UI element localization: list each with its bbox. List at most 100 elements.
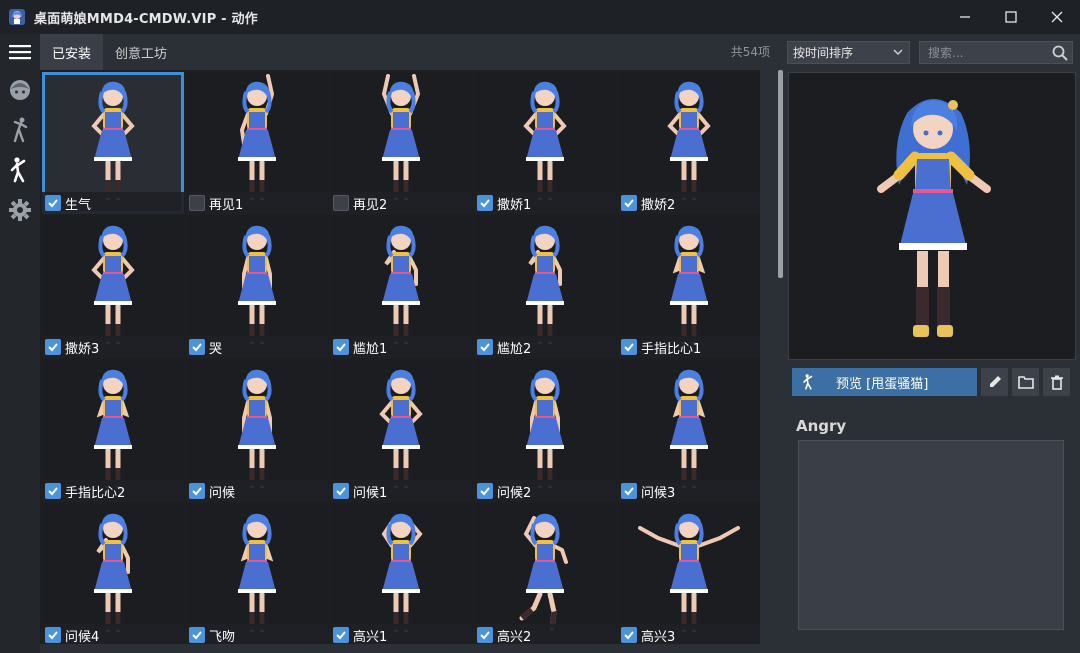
action-checkbox[interactable] [189, 483, 205, 499]
checkmark-icon [336, 631, 346, 640]
action-card[interactable]: 尴尬2 [474, 216, 616, 358]
action-card[interactable]: 哭 [186, 216, 328, 358]
character-preview [788, 72, 1076, 360]
action-checkbox[interactable] [45, 339, 61, 355]
close-button[interactable] [1034, 0, 1080, 34]
checkmark-icon [624, 199, 634, 208]
left-nav-rail [0, 34, 40, 653]
action-card-footer: 撒娇3 [42, 336, 184, 358]
action-card[interactable]: 再见2 [330, 72, 472, 214]
folder-button[interactable] [1012, 368, 1039, 396]
action-icon [803, 374, 813, 390]
search-placeholder: 搜索... [928, 46, 964, 60]
action-checkbox[interactable] [621, 195, 637, 211]
action-checkbox[interactable] [189, 627, 205, 643]
checkmark-icon [480, 487, 490, 496]
action-checkbox[interactable] [189, 195, 205, 211]
window-title: 桌面萌娘MMD4-CMDW.VIP - 动作 [34, 11, 258, 27]
action-label: 问候4 [65, 629, 100, 645]
action-checkbox[interactable] [477, 627, 493, 643]
grid-scrollbar[interactable] [762, 70, 784, 644]
action-checkbox[interactable] [333, 195, 349, 211]
action-label: 尴尬2 [497, 341, 532, 357]
action-card[interactable]: 再见1 [186, 72, 328, 214]
action-card[interactable]: 撒娇1 [474, 72, 616, 214]
checkmark-icon [48, 487, 58, 496]
action-card[interactable]: 问候 [186, 360, 328, 502]
right-panel: 预览 [甩蛋骚猫] Angry [785, 70, 1080, 653]
action-card[interactable]: 问候2 [474, 360, 616, 502]
action-checkbox[interactable] [477, 195, 493, 211]
action-card[interactable]: 高兴2 [474, 504, 616, 646]
edit-icon [989, 376, 1001, 387]
trash-icon [1050, 375, 1063, 390]
action-checkbox[interactable] [333, 339, 349, 355]
action-checkbox[interactable] [189, 339, 205, 355]
action-label: 撒娇1 [497, 197, 532, 213]
nav-face[interactable] [0, 70, 40, 110]
action-card-footer: 再见2 [330, 192, 472, 214]
action-card-footer: 手指比心2 [42, 480, 184, 502]
edit-button[interactable] [981, 368, 1008, 396]
action-card[interactable]: 手指比心1 [618, 216, 760, 358]
action-card[interactable]: 生气 [42, 72, 184, 214]
action-checkbox[interactable] [477, 483, 493, 499]
action-label: 问候 [209, 485, 236, 501]
action-checkbox[interactable] [621, 627, 637, 643]
preview-button[interactable]: 预览 [甩蛋骚猫] [792, 368, 977, 396]
tab-workshop[interactable]: 创意工坊 [103, 34, 179, 70]
minimize-button[interactable] [942, 0, 988, 34]
nav-pose[interactable] [0, 110, 40, 150]
action-card-footer: 高兴1 [330, 624, 472, 646]
tab-bar: 已安装 创意工坊 共54项 [40, 34, 785, 70]
action-label: 问候1 [353, 485, 388, 501]
action-card[interactable]: 问候3 [618, 360, 760, 502]
checkmark-icon [48, 199, 58, 208]
action-card[interactable]: 尴尬1 [330, 216, 472, 358]
action-card-footer: 高兴3 [618, 624, 760, 646]
action-checkbox[interactable] [333, 483, 349, 499]
action-label: 尴尬1 [353, 341, 388, 357]
action-card-footer: 哭 [186, 336, 328, 358]
action-checkbox[interactable] [621, 339, 637, 355]
nav-settings[interactable] [0, 190, 40, 230]
action-checkbox[interactable] [45, 627, 61, 643]
action-label: 手指比心2 [65, 485, 126, 501]
checkmark-icon [192, 343, 202, 352]
action-checkbox[interactable] [477, 339, 493, 355]
action-card-footer: 撒娇2 [618, 192, 760, 214]
action-card[interactable]: 高兴1 [330, 504, 472, 646]
close-icon [1051, 11, 1063, 23]
sort-dropdown[interactable]: 按时间排序 [787, 41, 910, 64]
action-label: 飞吻 [209, 629, 236, 645]
action-checkbox[interactable] [333, 627, 349, 643]
preview-button-label: 预览 [甩蛋骚猫] [836, 376, 929, 392]
action-grid: 生气 再见1 再见2 撒娇1 撒娇2 撒娇3 哭 尴尬1 尴尬2 手指比心1 手… [40, 70, 760, 646]
action-checkbox[interactable] [621, 483, 637, 499]
description-textarea[interactable] [798, 440, 1064, 630]
action-card[interactable]: 撒娇2 [618, 72, 760, 214]
action-checkbox[interactable] [45, 483, 61, 499]
action-label: 再见1 [209, 197, 244, 213]
action-card[interactable]: 高兴3 [618, 504, 760, 646]
gear-icon [9, 199, 31, 221]
action-label: 高兴2 [497, 629, 532, 645]
nav-action[interactable] [0, 150, 40, 190]
menu-icon [9, 45, 31, 60]
scrollbar-thumb[interactable] [778, 70, 783, 278]
minimize-icon [960, 16, 970, 18]
sort-value: 按时间排序 [793, 46, 854, 60]
action-checkbox[interactable] [45, 195, 61, 211]
menu-button[interactable] [0, 34, 40, 70]
action-card[interactable]: 问候1 [330, 360, 472, 502]
tab-installed[interactable]: 已安装 [40, 34, 104, 70]
action-card[interactable]: 问候4 [42, 504, 184, 646]
search-icon[interactable] [1052, 45, 1068, 61]
maximize-button[interactable] [988, 0, 1034, 34]
search-box[interactable]: 搜索... [919, 41, 1073, 64]
action-card[interactable]: 手指比心2 [42, 360, 184, 502]
delete-button[interactable] [1043, 368, 1070, 396]
action-card[interactable]: 撒娇3 [42, 216, 184, 358]
action-card[interactable]: 飞吻 [186, 504, 328, 646]
action-card-footer: 飞吻 [186, 624, 328, 646]
